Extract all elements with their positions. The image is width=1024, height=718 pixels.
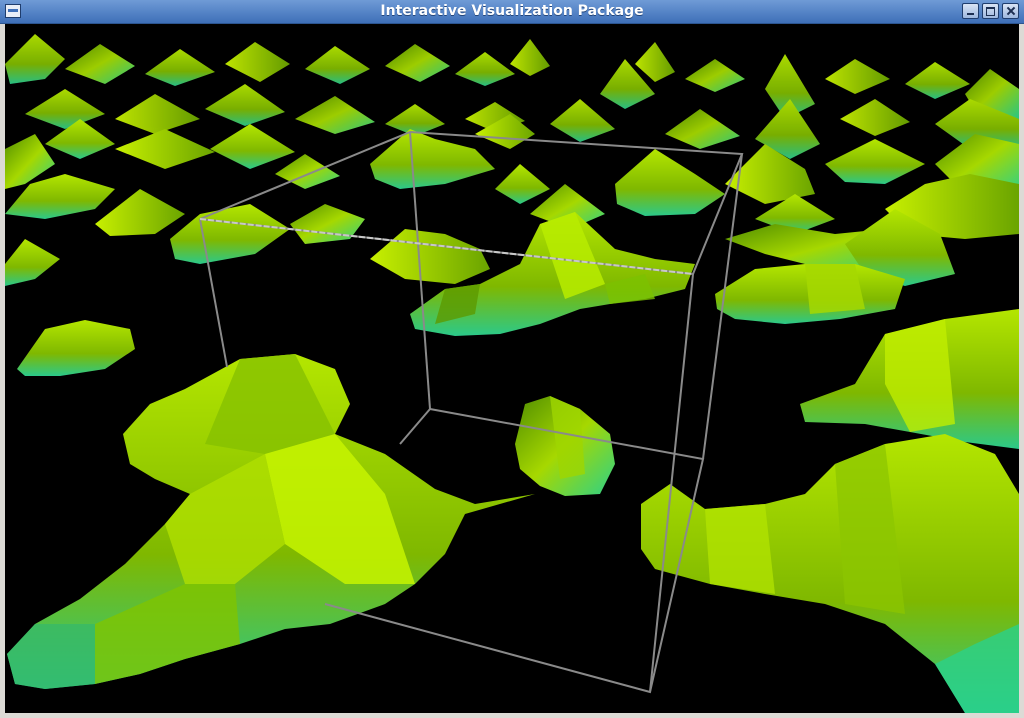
right-mid-blobs	[715, 264, 905, 324]
app-window: Interactive Visualization Package	[0, 0, 1024, 718]
left-small-blob	[17, 320, 135, 376]
title-bar[interactable]: Interactive Visualization Package	[0, 0, 1024, 24]
window-title: Interactive Visualization Package	[380, 3, 644, 19]
minimize-icon[interactable]	[962, 3, 979, 19]
isosurface-scene[interactable]	[5, 24, 1019, 713]
right-large-blob	[641, 309, 1019, 713]
maximize-icon[interactable]	[982, 3, 999, 19]
render-viewport[interactable]	[5, 24, 1019, 713]
center-small-blob	[515, 396, 615, 496]
close-icon[interactable]	[1002, 3, 1019, 19]
mid-surface-blobs	[5, 114, 1019, 286]
